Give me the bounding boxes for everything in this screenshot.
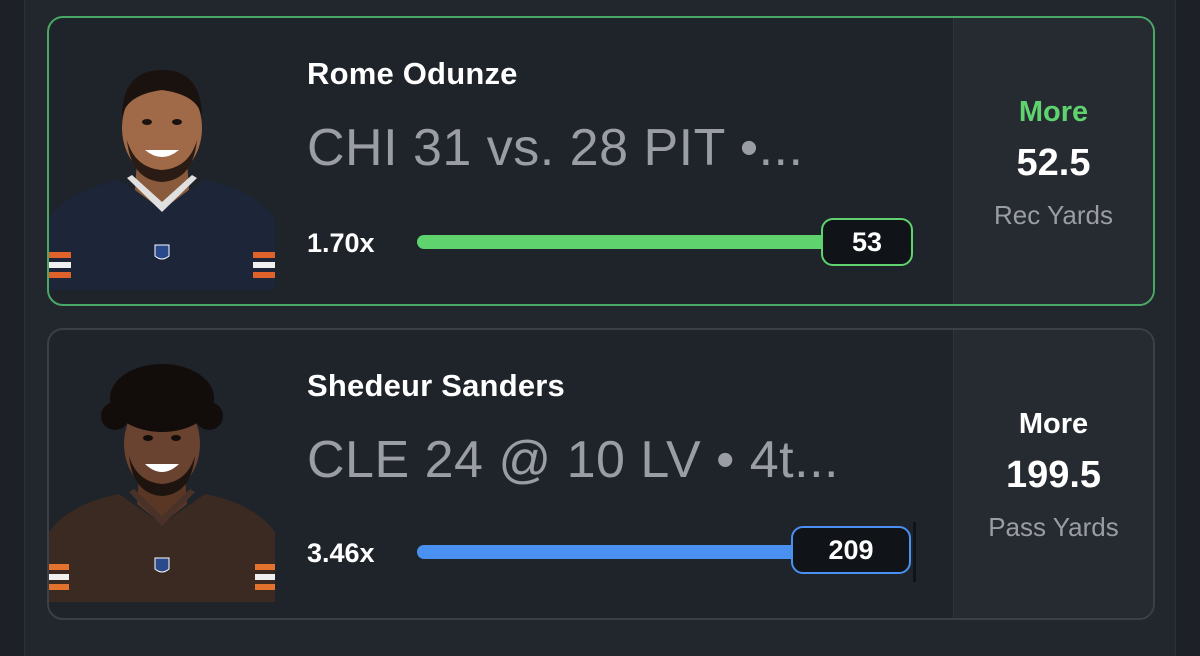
payout-multiplier: 1.70x	[307, 228, 375, 258]
game-score: CLE 24 @ 10 LV • 4t...	[307, 431, 839, 489]
progress-end-marker	[913, 522, 916, 582]
pick-card-rome-odunze[interactable]: Rome Odunze CHI 31 vs. 28 PIT •... 1.70x…	[47, 16, 1155, 306]
pick-direction: More	[1018, 96, 1089, 128]
progress-bar	[417, 235, 837, 249]
picks-screen: Rome Odunze CHI 31 vs. 28 PIT •... 1.70x…	[24, 0, 1176, 656]
payout-multiplier: 3.46x	[307, 538, 375, 568]
pick-line: 52.5	[1016, 142, 1091, 184]
pick-side-panel[interactable]: More 199.5 Pass Yards	[953, 330, 1153, 618]
player-name: Rome Odunze	[307, 56, 518, 91]
stat-type: Pass Yards	[988, 512, 1119, 542]
stat-type: Rec Yards	[994, 200, 1113, 230]
pick-side-panel[interactable]: More 52.5 Rec Yards	[953, 18, 1153, 304]
pick-card-shedeur-sanders[interactable]: Shedeur Sanders CLE 24 @ 10 LV • 4t... 3…	[47, 328, 1155, 620]
game-score: CHI 31 vs. 28 PIT •...	[307, 119, 804, 177]
player-photo	[49, 352, 275, 602]
current-value-badge: 209	[791, 526, 911, 574]
pick-line: 199.5	[1005, 454, 1102, 496]
player-name: Shedeur Sanders	[307, 368, 565, 403]
current-value-badge: 53	[821, 218, 913, 266]
player-photo	[49, 40, 275, 290]
progress-bar	[417, 545, 817, 559]
pick-direction: More	[1018, 408, 1089, 440]
